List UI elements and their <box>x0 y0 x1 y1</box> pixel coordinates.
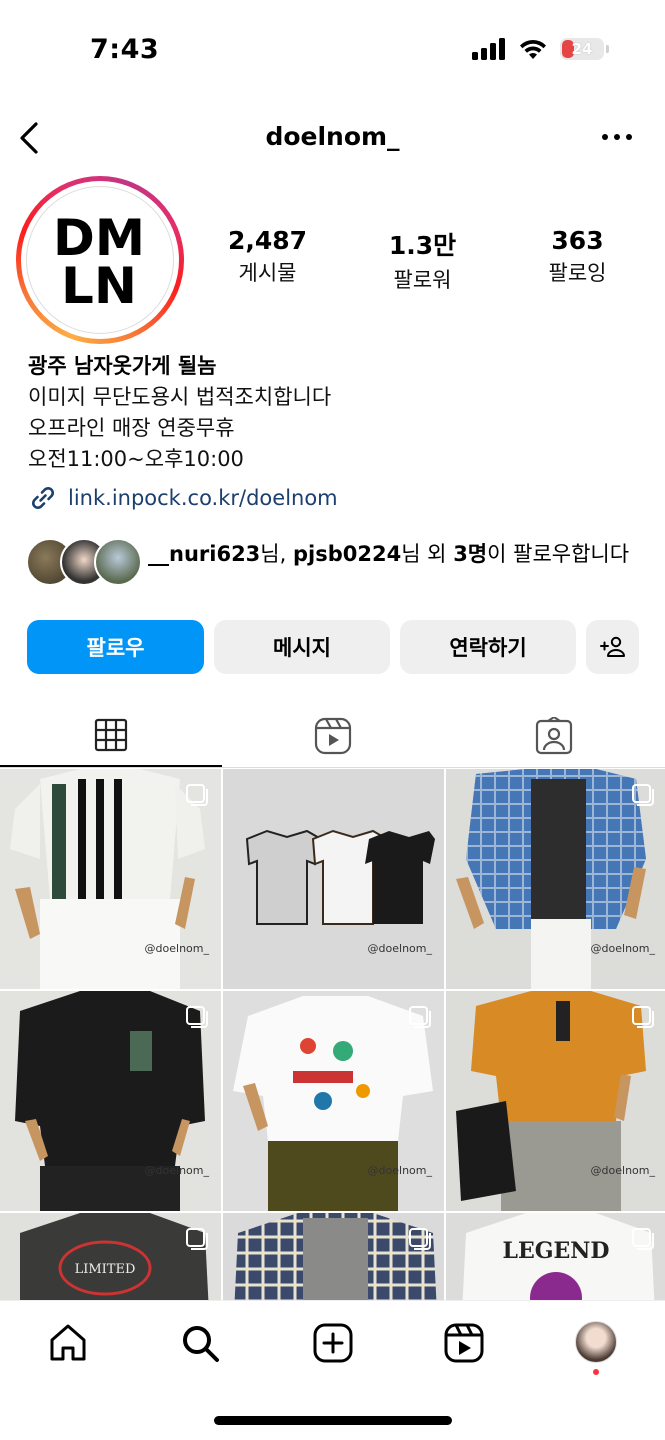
follow-button[interactable]: 팔로우 <box>27 620 204 674</box>
profile-bio: 광주 남자옷가게 될놈 이미지 무단도용시 법적조치합니다 오프라인 매장 연중… <box>28 350 648 513</box>
bio-line: 오프라인 매장 연중무휴 <box>28 416 235 440</box>
mutual-count: 3명 <box>453 542 488 566</box>
suggested-users-button[interactable] <box>586 620 639 674</box>
post-watermark: @doelnom_ <box>144 942 209 955</box>
carousel-icon <box>632 1228 654 1250</box>
post-text-legend: LEGEND <box>503 1238 610 1264</box>
reels-icon[interactable] <box>442 1321 486 1365</box>
svg-text:LN: LN <box>61 257 137 315</box>
contact-button[interactable]: 연락하기 <box>400 620 576 674</box>
profile-stats: 2,487 게시물 1.3만 팔로워 363 팔로잉 <box>190 226 665 294</box>
mutual-user-2[interactable]: pjsb0224 <box>293 542 401 566</box>
bio-link-text: link.inpock.co.kr/doelnom <box>68 486 338 510</box>
mutual-user-1[interactable]: __nuri623 <box>148 542 260 566</box>
stat-followers[interactable]: 1.3만 팔로워 <box>353 226 493 294</box>
reels-icon <box>314 717 351 754</box>
post-watermark: @doelnom_ <box>590 1164 655 1177</box>
carousel-icon <box>186 1006 208 1028</box>
status-bar: 7:43 24 <box>0 0 665 100</box>
home-indicator[interactable] <box>214 1416 452 1425</box>
stat-following-count: 363 <box>551 226 604 255</box>
post-thumbnail[interactable]: @doelnom_ <box>0 769 221 989</box>
post-watermark: @doelnom_ <box>367 1164 432 1177</box>
bio-line: 이미지 무단도용시 법적조치합니다 <box>28 385 332 409</box>
stat-posts-label: 게시물 <box>238 261 297 285</box>
battery-tip <box>606 45 609 53</box>
bio-link[interactable]: link.inpock.co.kr/doelnom <box>28 483 648 513</box>
profile-tab-avatar[interactable] <box>575 1321 619 1375</box>
stat-following[interactable]: 363 팔로잉 <box>508 226 648 294</box>
carousel-icon <box>409 1006 431 1028</box>
profile-avatar[interactable]: DM LN <box>16 176 184 344</box>
search-icon[interactable] <box>178 1321 222 1365</box>
followed-by-suffix: 이 팔로우합니다 <box>487 542 630 566</box>
followed-by-mid-2: 님 외 <box>401 542 454 566</box>
profile-actions: 팔로우 메시지 연락하기 <box>27 620 639 674</box>
wifi-icon <box>520 39 546 59</box>
status-time: 7:43 <box>90 34 160 65</box>
home-icon[interactable] <box>46 1321 90 1365</box>
brand-logo: DM LN <box>53 209 145 315</box>
profile-header: doelnom_ <box>0 110 665 166</box>
post-image <box>223 769 444 989</box>
followed-by-text: __nuri623님, pjsb0224님 외 3명이 팔로우합니다 <box>142 540 629 568</box>
link-icon <box>32 487 54 509</box>
carousel-icon <box>409 1228 431 1250</box>
carousel-icon <box>186 1228 208 1250</box>
bio-name: 광주 남자옷가게 될놈 <box>28 354 217 378</box>
add-person-icon <box>599 636 625 657</box>
tab-tagged[interactable] <box>443 704 665 767</box>
avatar <box>575 1321 617 1363</box>
stat-followers-count: 1.3만 <box>388 231 457 260</box>
grid-icon <box>94 718 127 751</box>
followed-by-mid-1: 님, <box>260 542 293 566</box>
carousel-icon <box>632 784 654 806</box>
tagged-icon <box>536 716 573 754</box>
post-watermark: @doelnom_ <box>367 942 432 955</box>
post-thumbnail[interactable]: @doelnom_ <box>223 769 444 989</box>
stat-posts[interactable]: 2,487 게시물 <box>198 226 338 294</box>
create-post-icon[interactable] <box>311 1321 355 1365</box>
battery-icon: 24 <box>560 38 604 60</box>
avatar <box>94 538 142 586</box>
status-icons: 24 <box>472 38 609 60</box>
bio-line: 오전11:00~오후10:00 <box>28 447 244 471</box>
more-options-icon[interactable] <box>599 122 635 152</box>
stat-followers-label: 팔로워 <box>393 268 452 292</box>
stat-posts-count: 2,487 <box>227 226 308 255</box>
carousel-icon <box>632 1006 654 1028</box>
profile-username: doelnom_ <box>265 122 400 151</box>
post-watermark: @doelnom_ <box>590 942 655 955</box>
notification-dot <box>593 1369 599 1375</box>
profile-tabs <box>0 704 665 768</box>
tab-reels[interactable] <box>222 704 444 767</box>
message-button[interactable]: 메시지 <box>214 620 390 674</box>
stat-following-label: 팔로잉 <box>548 261 607 285</box>
post-thumbnail[interactable]: @doelnom_ <box>446 769 665 989</box>
mutual-avatars <box>26 538 142 590</box>
post-thumbnail[interactable]: @doelnom_ <box>0 991 221 1211</box>
battery-level: 24 <box>571 40 593 58</box>
post-watermark: @doelnom_ <box>144 1164 209 1177</box>
carousel-icon <box>186 784 208 806</box>
tab-posts[interactable] <box>0 704 222 767</box>
post-text-limited: LIMITED <box>75 1262 136 1277</box>
followed-by[interactable]: __nuri623님, pjsb0224님 외 3명이 팔로우합니다 <box>26 538 646 590</box>
post-thumbnail[interactable]: @doelnom_ <box>446 991 665 1211</box>
signal-icon <box>472 38 505 60</box>
post-thumbnail[interactable]: @doelnom_ <box>223 991 444 1211</box>
